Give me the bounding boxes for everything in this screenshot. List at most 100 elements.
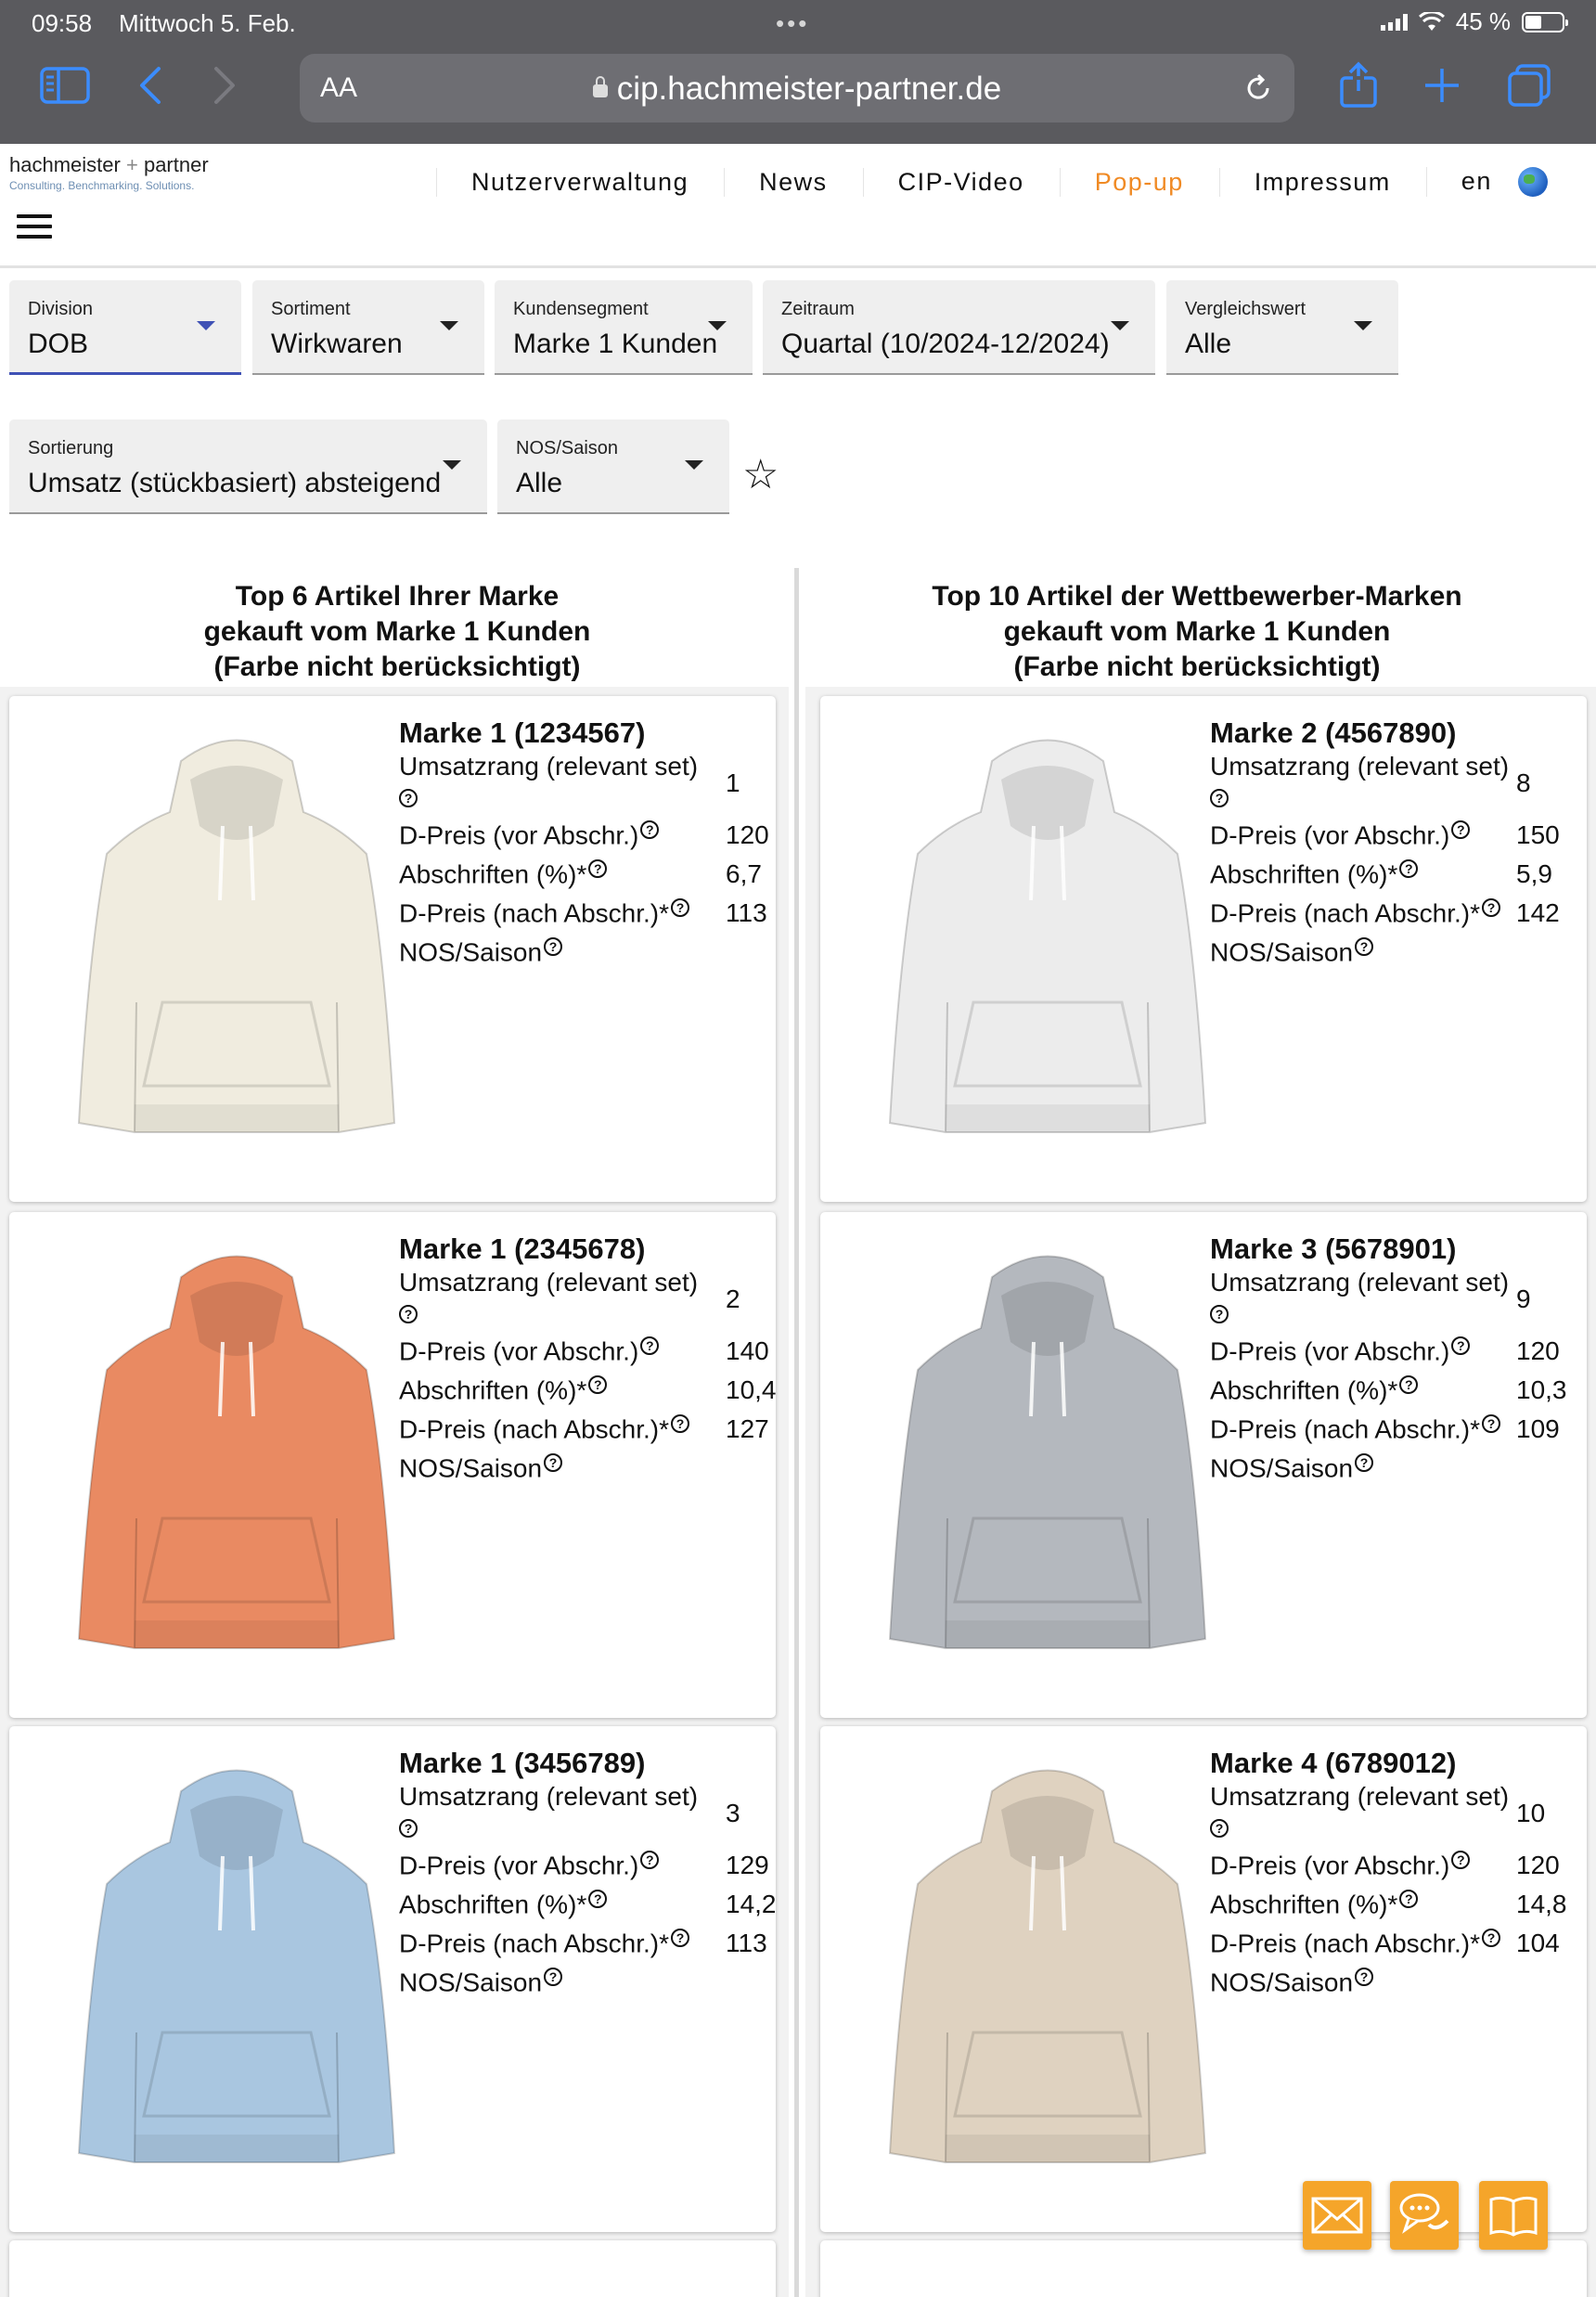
forward-icon[interactable] bbox=[197, 58, 252, 113]
dprice-after-label: D-Preis (nach Abschr.)*? bbox=[1210, 1929, 1500, 1958]
url-text: cip.hachmeister-partner.de bbox=[616, 71, 1002, 107]
help-icon[interactable]: ? bbox=[399, 1818, 418, 1838]
help-icon[interactable]: ? bbox=[1399, 1890, 1419, 1908]
dprice-before-label: D-Preis (vor Abschr.)? bbox=[399, 1336, 660, 1366]
filter-division[interactable]: Division DOB bbox=[9, 280, 241, 375]
product-card[interactable]: Marke 1 (2345678) Umsatzrang (relevant se… bbox=[9, 1212, 777, 1718]
help-icon[interactable]: ? bbox=[544, 1968, 563, 1986]
logo-tagline: Consulting. Benchmarking. Solutions. bbox=[9, 179, 195, 192]
nav-impressum[interactable]: Impressum bbox=[1218, 167, 1426, 197]
dprice-after-value: 113 bbox=[726, 898, 767, 927]
filter-label: Sortiment bbox=[271, 299, 351, 319]
help-icon[interactable]: ? bbox=[1355, 1453, 1374, 1472]
filter-label: Zeitraum bbox=[781, 299, 855, 319]
dprice-before-value: 129 bbox=[726, 1851, 769, 1879]
multitasking-dots[interactable]: ••• bbox=[776, 9, 809, 38]
help-icon[interactable]: ? bbox=[1482, 898, 1500, 917]
dprice-before-value: 120 bbox=[1516, 1851, 1560, 1879]
help-icon[interactable]: ? bbox=[1210, 788, 1229, 807]
markdown-value: 6,7 bbox=[726, 859, 762, 888]
help-icon[interactable]: ? bbox=[671, 898, 689, 917]
product-card[interactable]: Marke 4 (6789012) Umsatzrang (relevant se… bbox=[820, 1726, 1587, 2232]
nav-news[interactable]: News bbox=[724, 167, 863, 197]
help-icon[interactable]: ? bbox=[640, 1336, 660, 1355]
help-icon[interactable]: ? bbox=[1451, 820, 1471, 839]
help-icon[interactable]: ? bbox=[588, 1375, 608, 1394]
dropdown-arrow-icon bbox=[1111, 321, 1129, 330]
help-icon[interactable]: ? bbox=[1399, 1375, 1419, 1394]
back-icon[interactable] bbox=[122, 58, 178, 113]
markdown-value: 14,2 bbox=[726, 1890, 777, 1918]
product-image bbox=[871, 1754, 1224, 2181]
dropdown-arrow-icon bbox=[440, 321, 458, 330]
help-icon[interactable]: ? bbox=[1451, 1336, 1471, 1355]
product-card-partial[interactable] bbox=[9, 2240, 776, 2297]
product-card[interactable]: Marke 1 (3456789) Umsatzrang (relevant se… bbox=[9, 1726, 777, 2232]
tabs-icon[interactable] bbox=[1501, 58, 1557, 113]
globe-icon bbox=[1517, 167, 1548, 198]
markdown-label: Abschriften (%)*? bbox=[399, 859, 608, 889]
product-title: Marke 4 (6789012) bbox=[1210, 1747, 1457, 1779]
help-icon[interactable]: ? bbox=[1355, 1968, 1374, 1986]
help-icon[interactable]: ? bbox=[1482, 1414, 1500, 1433]
language-label: en bbox=[1461, 166, 1492, 195]
manual-button[interactable] bbox=[1479, 2181, 1548, 2250]
mail-icon bbox=[1311, 2197, 1363, 2234]
nos-label: NOS/Saison? bbox=[1210, 1968, 1374, 1997]
help-icon[interactable]: ? bbox=[1355, 937, 1374, 956]
nav-nutzerverwaltung[interactable]: Nutzerverwaltung bbox=[436, 167, 724, 197]
filter-kundensegment[interactable]: Kundensegment Marke 1 Kunden bbox=[495, 280, 753, 375]
nav-pop-up[interactable]: Pop-up bbox=[1059, 167, 1219, 197]
share-icon[interactable] bbox=[1331, 58, 1386, 113]
help-icon[interactable]: ? bbox=[588, 859, 608, 878]
help-icon[interactable]: ? bbox=[1399, 859, 1419, 878]
product-card[interactable]: Marke 1 (1234567) Umsatzrang (relevant se… bbox=[9, 696, 776, 1202]
company-logo[interactable]: hachmeister + partner Consulting. Benchm… bbox=[9, 153, 209, 192]
help-icon[interactable]: ? bbox=[1210, 1304, 1229, 1323]
sidebar-toggle-icon[interactable] bbox=[37, 58, 93, 113]
markdown-value: 5,9 bbox=[1516, 859, 1552, 888]
reload-icon[interactable] bbox=[1242, 72, 1274, 104]
filter-sortiment[interactable]: Sortiment Wirkwaren bbox=[252, 280, 484, 375]
help-icon[interactable]: ? bbox=[640, 820, 660, 839]
help-icon[interactable]: ? bbox=[1451, 1851, 1471, 1869]
product-card-partial[interactable] bbox=[820, 2240, 1587, 2297]
help-icon[interactable]: ? bbox=[1210, 1818, 1229, 1838]
product-card[interactable]: Marke 2 (4567890) Umsatzrang (relevant se… bbox=[820, 696, 1587, 1202]
filter-sortierung[interactable]: Sortierung Umsatz (stückbasiert) absteig… bbox=[9, 419, 487, 514]
help-icon[interactable]: ? bbox=[1482, 1929, 1500, 1947]
right-column-title: Top 10 Artikel der Wettbewerber-Marken g… bbox=[932, 581, 1462, 682]
favorite-star-icon[interactable]: ☆ bbox=[742, 455, 779, 496]
filter-nos-saison[interactable]: NOS/Saison Alle bbox=[497, 419, 729, 514]
chat-button[interactable] bbox=[1390, 2181, 1459, 2250]
product-card[interactable]: Marke 3 (5678901) Umsatzrang (relevant se… bbox=[820, 1212, 1587, 1718]
rank-label: Umsatzrang (relevant set)? bbox=[399, 1782, 699, 1838]
dropdown-arrow-icon bbox=[443, 460, 461, 470]
help-icon[interactable]: ? bbox=[640, 1851, 660, 1869]
help-icon[interactable]: ? bbox=[399, 788, 418, 807]
rank-label: Umsatzrang (relevant set)? bbox=[1210, 1268, 1510, 1323]
nos-label: NOS/Saison? bbox=[399, 1968, 563, 1997]
markdown-label: Abschriften (%)*? bbox=[399, 1375, 608, 1405]
address-bar[interactable]: AA cip.hachmeister-partner.de bbox=[300, 54, 1294, 123]
help-icon[interactable]: ? bbox=[544, 937, 563, 956]
status-date: Mittwoch 5. Feb. bbox=[119, 9, 296, 37]
rank-label: Umsatzrang (relevant set)? bbox=[1210, 1782, 1510, 1838]
hamburger-menu-icon[interactable] bbox=[17, 214, 52, 245]
logo-text: hachmeister + partner bbox=[9, 153, 209, 176]
product-image bbox=[60, 724, 413, 1151]
language-switch[interactable]: en bbox=[1425, 166, 1583, 198]
column-divider bbox=[794, 568, 799, 2297]
filter-zeitraum[interactable]: Zeitraum Quartal (10/2024-12/2024) bbox=[763, 280, 1155, 375]
new-tab-icon[interactable] bbox=[1414, 58, 1470, 113]
product-image bbox=[871, 724, 1224, 1151]
mail-button[interactable] bbox=[1303, 2181, 1371, 2250]
help-icon[interactable]: ? bbox=[671, 1414, 689, 1433]
help-icon[interactable]: ? bbox=[671, 1929, 689, 1947]
help-icon[interactable]: ? bbox=[544, 1453, 563, 1472]
filter-vergleichswert[interactable]: Vergleichswert Alle bbox=[1166, 280, 1398, 375]
help-icon[interactable]: ? bbox=[588, 1890, 608, 1908]
help-icon[interactable]: ? bbox=[399, 1304, 418, 1323]
nav-cip-video[interactable]: CIP-Video bbox=[862, 167, 1060, 197]
url-display[interactable]: cip.hachmeister-partner.de bbox=[300, 71, 1294, 108]
